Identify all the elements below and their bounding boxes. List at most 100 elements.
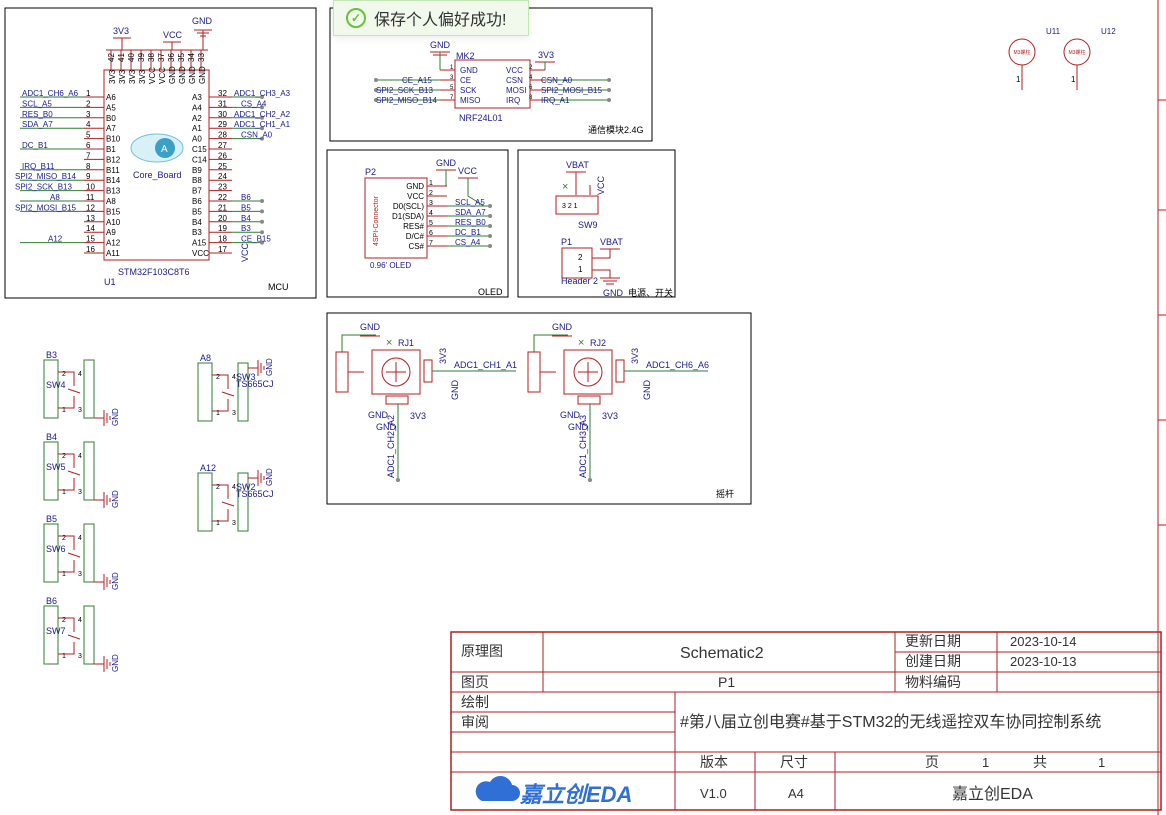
mcu-net-endpoint: [260, 209, 264, 214]
joystick-2[interactable]: GNDRJ2×3V3GNDADC1_CH6_A63V3GNDGNDADC1_CH…: [527, 322, 709, 482]
tactile-switch-SW4[interactable]: 2 1 4 3 B3 SW4 GND: [43, 350, 120, 426]
save-success-toast: ✓ 保存个人偏好成功!: [333, 0, 529, 36]
standoff-U12[interactable]: M3螺柱 U12 1: [1063, 27, 1116, 90]
joystick-1[interactable]: GNDRJ1×3V3GNDADC1_CH1_A13V3GNDGNDADC1_CH…: [335, 322, 517, 482]
joystick-3v3-b: 3V3: [410, 411, 426, 421]
switch-ref: SW6: [46, 544, 66, 554]
mcu-left-pin-num: 10: [86, 183, 95, 192]
mcu-left-pin-name: A12: [106, 239, 121, 248]
mcu-block[interactable]: MCU U1 STM32F103C8T6 A Core_Board 3V3 VC…: [4, 7, 317, 299]
standoff-ref: U12: [1101, 27, 1116, 36]
power-gnd: GND: [603, 288, 624, 298]
power-sw-ref: SW9: [578, 220, 598, 230]
radio-right-pin-name: MOSI: [506, 86, 526, 95]
joystick-switch: [527, 351, 541, 393]
mcu-right-pin-num: 27: [218, 141, 227, 150]
oled-net: DC_B1: [455, 228, 481, 237]
oled-part: 0.96' OLED: [370, 261, 411, 270]
label-material: 物料编码: [905, 674, 961, 690]
switch-pin: 4: [78, 371, 82, 378]
tactile-switch-SW2[interactable]: 2143A12SW2TS665CJGND: [197, 463, 274, 532]
mcu-net-endpoint: [260, 219, 264, 224]
mcu-top-pin-num: 41: [117, 53, 126, 62]
mcu-right-pin-name: A3: [192, 93, 202, 102]
svg-text:A: A: [161, 144, 168, 155]
joystick-ref: RJ2: [590, 338, 606, 348]
mcu-left-pin-num: 13: [86, 214, 95, 223]
mcu-right-pin-name: C14: [192, 155, 207, 164]
mcu-left-pin-num: 6: [86, 141, 91, 150]
radio-right-pin-name: CSN: [506, 76, 523, 85]
label-review: 审阅: [461, 714, 489, 730]
power-block[interactable]: 电源、开关 VBAT VCC × 3 2 1 SW9 P1 2 1 Header…: [517, 149, 676, 298]
no-connect-icon: ×: [578, 337, 584, 349]
standoff-U11[interactable]: M3螺柱 U11 1: [1008, 27, 1061, 90]
oled-pin-num: 6: [429, 230, 433, 237]
mcu-right-pin-num: 24: [218, 172, 227, 181]
project-name: #第八届立创电赛#基于STM32的无线遥控双车协同控制系统: [680, 712, 1101, 731]
mcu-part: STM32F103C8T6: [118, 267, 190, 277]
mcu-right-pin-name: C15: [192, 145, 207, 154]
joystick-pot-y: [577, 395, 601, 405]
mcu-vcc-bottom: VCC: [240, 242, 250, 262]
oled-block[interactable]: OLED P2 4SPI-Connector 0.96' OLED GND VC…: [326, 149, 509, 298]
switch-gnd: GND: [111, 490, 120, 508]
switch-pin: 1: [216, 410, 220, 417]
mcu-top-pin-num: 35: [177, 53, 186, 62]
switch-group[interactable]: 2 1 4 3 B3 SW4 GND 2 1 4 3 B4 SW5 GND 2 1 4 3 B5 SW6 GND 2 1 4 3…: [43, 350, 274, 672]
company-name: 嘉立创EDA: [952, 785, 1033, 803]
label-update-date: 更新日期: [905, 633, 961, 649]
schematic-canvas[interactable]: MCU U1 STM32F103C8T6 A Core_Board 3V3 VC…: [0, 0, 1166, 815]
switch-net: A8: [200, 353, 211, 363]
radio-net-endpoint: [607, 88, 611, 92]
header-pin2: 2: [578, 253, 583, 262]
joystick-pot-x: [423, 359, 433, 383]
mcu-left-net: SPI2_SCK_B13: [15, 183, 72, 192]
mcu-top-pin-num: 42: [107, 53, 116, 62]
radio-left-net: SPI2_MISO_B14: [376, 96, 437, 105]
mcu-net-endpoint: [260, 230, 264, 235]
mcu-top-pin-num: 33: [197, 53, 206, 62]
switch-pin: 4: [78, 535, 82, 542]
oled-pin-num: 4: [429, 210, 433, 217]
joystick-gnd-right: GND: [450, 380, 460, 401]
oled-pin-num: 7: [429, 240, 433, 247]
mcu-right-pin-name: B5: [192, 207, 202, 216]
title-block[interactable]: 原理图 Schematic2 更新日期 2023-10-14 创建日期 2023…: [450, 631, 1162, 811]
standoff-group[interactable]: M3螺柱 U11 1 M3螺柱 U12 1: [1008, 27, 1116, 90]
switch-net: B5: [46, 514, 57, 524]
radio-right-net: IRQ_A1: [541, 96, 570, 105]
label-total: 共: [1033, 754, 1047, 770]
mcu-left-pin-num: 9: [86, 172, 91, 181]
radio-gnd: GND: [430, 40, 451, 50]
mcu-left-pin-num: 14: [86, 224, 95, 233]
joystick-block[interactable]: 摇杆 GND RJ1 × 3V3 GND ADC1_CH1_A1 3V3 GND GND ADC1…: [326, 312, 752, 505]
mcu-right-pin-num: 25: [218, 162, 227, 171]
mcu-right-pin-num: 28: [218, 131, 227, 140]
mcu-right-net: B4: [241, 214, 251, 223]
mcu-right-pin-num: 17: [218, 245, 227, 254]
switch-net: A12: [200, 463, 216, 473]
switch-pin: 2: [62, 617, 66, 624]
schematic-title[interactable]: Schematic2: [680, 645, 764, 662]
switch-net: B3: [46, 350, 57, 360]
mcu-top-pin-name: GND: [178, 66, 187, 84]
mcu-right-pin-num: 30: [218, 110, 227, 119]
tactile-switch-SW5[interactable]: 2 1 4 3 B4 SW5 GND: [43, 432, 120, 508]
switch-right-body: [83, 523, 95, 583]
success-check-icon: ✓: [346, 8, 366, 28]
total-pages: 1: [1098, 755, 1105, 770]
switch-pin: 3: [232, 410, 236, 417]
oled-net: CS_A4: [455, 238, 481, 247]
mcu-left-pin-num: 15: [86, 235, 95, 244]
joystick-3v3-a: 3V3: [438, 348, 448, 364]
mcu-right-pin-num: 31: [218, 99, 227, 108]
standoff-pin: 1: [1071, 75, 1076, 84]
switch-pin: 3: [78, 407, 82, 414]
power-header[interactable]: [561, 247, 593, 279]
tactile-switch-SW3[interactable]: 2143A8SW3TS665CJGND: [197, 353, 274, 422]
switch-net: B4: [46, 432, 57, 442]
tactile-switch-SW6[interactable]: 2 1 4 3 B5 SW6 GND: [43, 514, 120, 590]
tactile-switch-SW7[interactable]: 2 1 4 3 B6 SW7 GND: [43, 596, 120, 672]
joystick-3v3-a: 3V3: [630, 348, 640, 364]
